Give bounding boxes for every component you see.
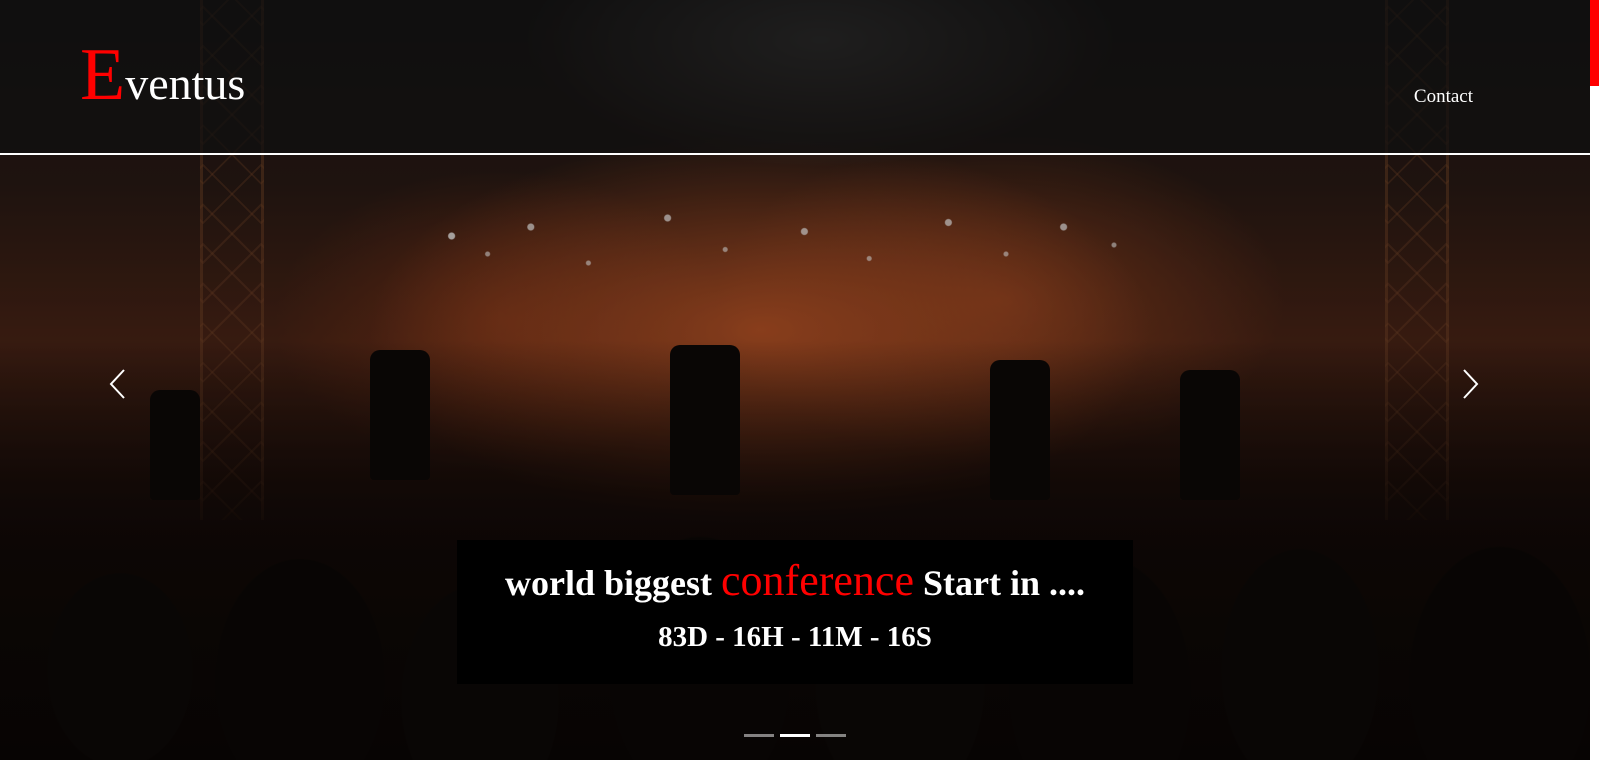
brand-logo[interactable]: Eventus <box>80 38 245 112</box>
carousel-indicators <box>744 734 846 737</box>
carousel-prev-button[interactable] <box>108 367 128 401</box>
carousel-indicator-1[interactable] <box>744 734 774 737</box>
headline-after: Start in .... <box>913 563 1085 603</box>
countdown-headline: world biggest conference Start in .... <box>457 558 1133 606</box>
carousel-indicator-2[interactable] <box>780 734 810 737</box>
countdown-timer: 83D - 16H - 11M - 16S <box>658 621 932 653</box>
headline-accent: conference <box>721 556 914 605</box>
page-scrollbar[interactable] <box>1590 0 1599 760</box>
chevron-left-icon <box>109 369 125 399</box>
site-header: Eventus Contact <box>0 0 1590 155</box>
nav-contact-link[interactable]: Contact <box>1414 86 1473 108</box>
logo-initial: E <box>80 34 126 116</box>
carousel-indicator-3[interactable] <box>816 734 846 737</box>
headline-before: world biggest <box>505 563 722 603</box>
logo-text: ventus <box>125 58 246 109</box>
countdown-caption: world biggest conference Start in .... 8… <box>457 540 1133 684</box>
scrollbar-thumb[interactable] <box>1590 0 1599 86</box>
carousel-next-button[interactable] <box>1460 367 1480 401</box>
page: Eventus Contact world biggest conference… <box>0 0 1599 760</box>
chevron-right-icon <box>1463 369 1479 399</box>
